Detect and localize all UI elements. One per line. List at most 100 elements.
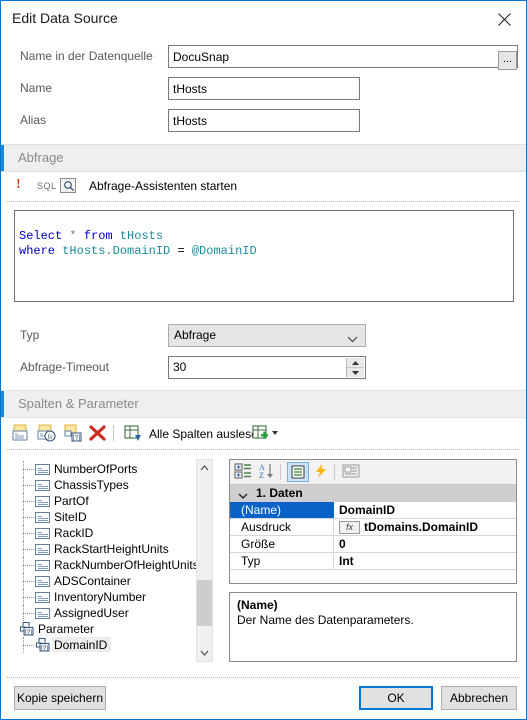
stepper-down-button[interactable] — [347, 368, 364, 377]
tree-item[interactable]: SiteID — [14, 509, 213, 525]
sql-editor[interactable]: Select * from tHosts where tHosts.Domain… — [14, 210, 514, 302]
property-value[interactable]: Int — [334, 553, 516, 569]
name-label: Name — [20, 81, 53, 95]
column-icon — [35, 480, 50, 491]
save-copy-button[interactable]: Kopie speichern — [14, 686, 106, 710]
sql-operator: = — [177, 244, 185, 258]
tree-item-label: ChassisTypes — [54, 478, 129, 492]
expression-editor-button[interactable]: fx — [339, 521, 360, 535]
columns-section-header: Spalten & Parameter — [1, 390, 526, 418]
toolbar-separator — [334, 464, 335, 480]
table-read-icon[interactable] — [122, 422, 144, 444]
categorized-view-icon[interactable] — [233, 462, 255, 482]
toolbar-separator — [280, 464, 281, 480]
add-column-icon[interactable] — [10, 422, 32, 444]
properties-icon[interactable] — [287, 462, 309, 482]
tree-item[interactable]: RackNumberOfHeightUnits — [14, 557, 213, 573]
property-grid[interactable]: A Z 1. Daten (Name) DomainID Ausdruck fx… — [229, 459, 517, 584]
tree-item-label: PartOf — [54, 494, 89, 508]
property-value-text: tDomains.DomainID — [364, 520, 479, 534]
read-all-columns-button[interactable]: Alle Spalten auslesen — [149, 427, 264, 441]
column-icon — [35, 544, 50, 555]
parameter-icon: [?] — [36, 638, 51, 652]
tree-item[interactable]: PartOf — [14, 493, 213, 509]
add-parameter-icon[interactable]: [?] — [62, 422, 84, 444]
svg-text:fx: fx — [47, 433, 53, 441]
tree-item-label: ADSContainer — [54, 574, 131, 588]
name-input[interactable]: tHosts — [168, 77, 360, 100]
alias-input[interactable]: tHosts — [168, 109, 360, 132]
name-in-datasource-input[interactable]: DocuSnap — [168, 45, 518, 68]
timeout-stepper[interactable]: 30 — [168, 356, 366, 379]
tree-item[interactable]: [?] Parameter — [14, 621, 213, 637]
property-pages-icon[interactable] — [341, 462, 363, 482]
page-title: Edit Data Source — [12, 10, 118, 26]
ok-button[interactable]: OK — [359, 686, 433, 710]
svg-text:[?]: [?] — [25, 629, 32, 636]
tree-elbow-line — [23, 469, 34, 470]
field-name-in-datasource: Name in der Datenquelle DocuSnap ... — [1, 45, 526, 71]
tree-item-label: DomainID — [54, 638, 108, 652]
alias-label: Alias — [20, 113, 47, 127]
property-row[interactable]: Ausdruck fx tDomains.DomainID — [230, 519, 516, 536]
tree-item[interactable]: [?] DomainID — [14, 637, 213, 653]
scroll-up-button[interactable] — [197, 460, 212, 476]
timeout-label: Abfrage-Timeout — [20, 360, 109, 374]
property-name: Ausdruck — [230, 519, 334, 535]
field-timeout: Abfrage-Timeout 30 — [1, 356, 526, 382]
tree-elbow-line — [23, 485, 34, 486]
column-icon — [35, 528, 50, 539]
sort-alphabetical-icon[interactable]: A Z — [257, 462, 279, 482]
tree-item[interactable]: RackStartHeightUnits — [14, 541, 213, 557]
scroll-thumb[interactable] — [197, 580, 212, 626]
tree-elbow-line — [23, 581, 34, 582]
property-value[interactable]: fx tDomains.DomainID — [334, 519, 516, 535]
property-name: Typ — [230, 553, 334, 569]
sql-column: tHosts.DomainID — [62, 244, 171, 258]
property-value[interactable]: 0 — [334, 536, 516, 552]
tree-item[interactable]: ADSContainer — [14, 573, 213, 589]
tree-item[interactable]: NumberOfPorts — [14, 461, 213, 477]
type-select[interactable]: Abfrage — [168, 324, 366, 347]
column-icon — [35, 592, 50, 603]
property-description-panel: (Name) Der Name des Datenparameters. — [229, 592, 517, 662]
browse-datasource-button[interactable]: ... — [498, 51, 517, 70]
query-section-header: Abfrage — [1, 144, 526, 172]
events-lightning-icon[interactable] — [311, 462, 333, 482]
delete-icon[interactable] — [87, 422, 109, 444]
column-icon — [35, 560, 50, 571]
tree-item[interactable]: ChassisTypes — [14, 477, 213, 493]
cancel-button[interactable]: Abbrechen — [441, 686, 517, 710]
tree-elbow-line — [23, 645, 34, 646]
section-accent-bar — [1, 145, 4, 171]
property-row[interactable]: (Name) DomainID — [230, 502, 516, 519]
columns-tree[interactable]: NumberOfPorts ChassisTypes PartOf SiteID Rac… — [14, 459, 213, 662]
magnifier-icon[interactable] — [60, 178, 76, 193]
property-row[interactable]: Typ Int — [230, 553, 516, 570]
query-wizard-link[interactable]: Abfrage-Assistenten starten — [89, 179, 237, 193]
tree-item[interactable]: InventoryNumber — [14, 589, 213, 605]
tree-elbow-line — [23, 565, 34, 566]
scroll-down-button[interactable] — [197, 645, 212, 661]
tree-elbow-line — [23, 533, 34, 534]
column-icon — [35, 464, 50, 475]
columns-section-title: Spalten & Parameter — [18, 396, 139, 411]
tree-item[interactable]: AssignedUser — [14, 605, 213, 621]
divider — [7, 449, 520, 451]
tree-item-label: Parameter — [38, 622, 95, 636]
property-value[interactable]: DomainID — [334, 502, 516, 518]
tree-item[interactable]: RackID — [14, 525, 213, 541]
tree-vertical-scrollbar[interactable] — [196, 459, 213, 662]
property-category-header[interactable]: 1. Daten — [230, 485, 516, 502]
close-button[interactable] — [482, 1, 526, 37]
svg-text:Z: Z — [259, 471, 264, 480]
stepper-buttons — [346, 358, 364, 377]
close-icon — [497, 12, 511, 26]
stepper-up-button[interactable] — [347, 358, 364, 368]
property-row[interactable]: Größe 0 — [230, 536, 516, 553]
property-grid-toolbar: A Z — [230, 460, 516, 485]
add-calculated-column-icon[interactable]: fx — [36, 422, 58, 444]
table-add-dropdown-icon[interactable] — [251, 422, 278, 444]
timeout-value: 30 — [173, 360, 187, 374]
field-name: Name tHosts — [1, 77, 526, 103]
